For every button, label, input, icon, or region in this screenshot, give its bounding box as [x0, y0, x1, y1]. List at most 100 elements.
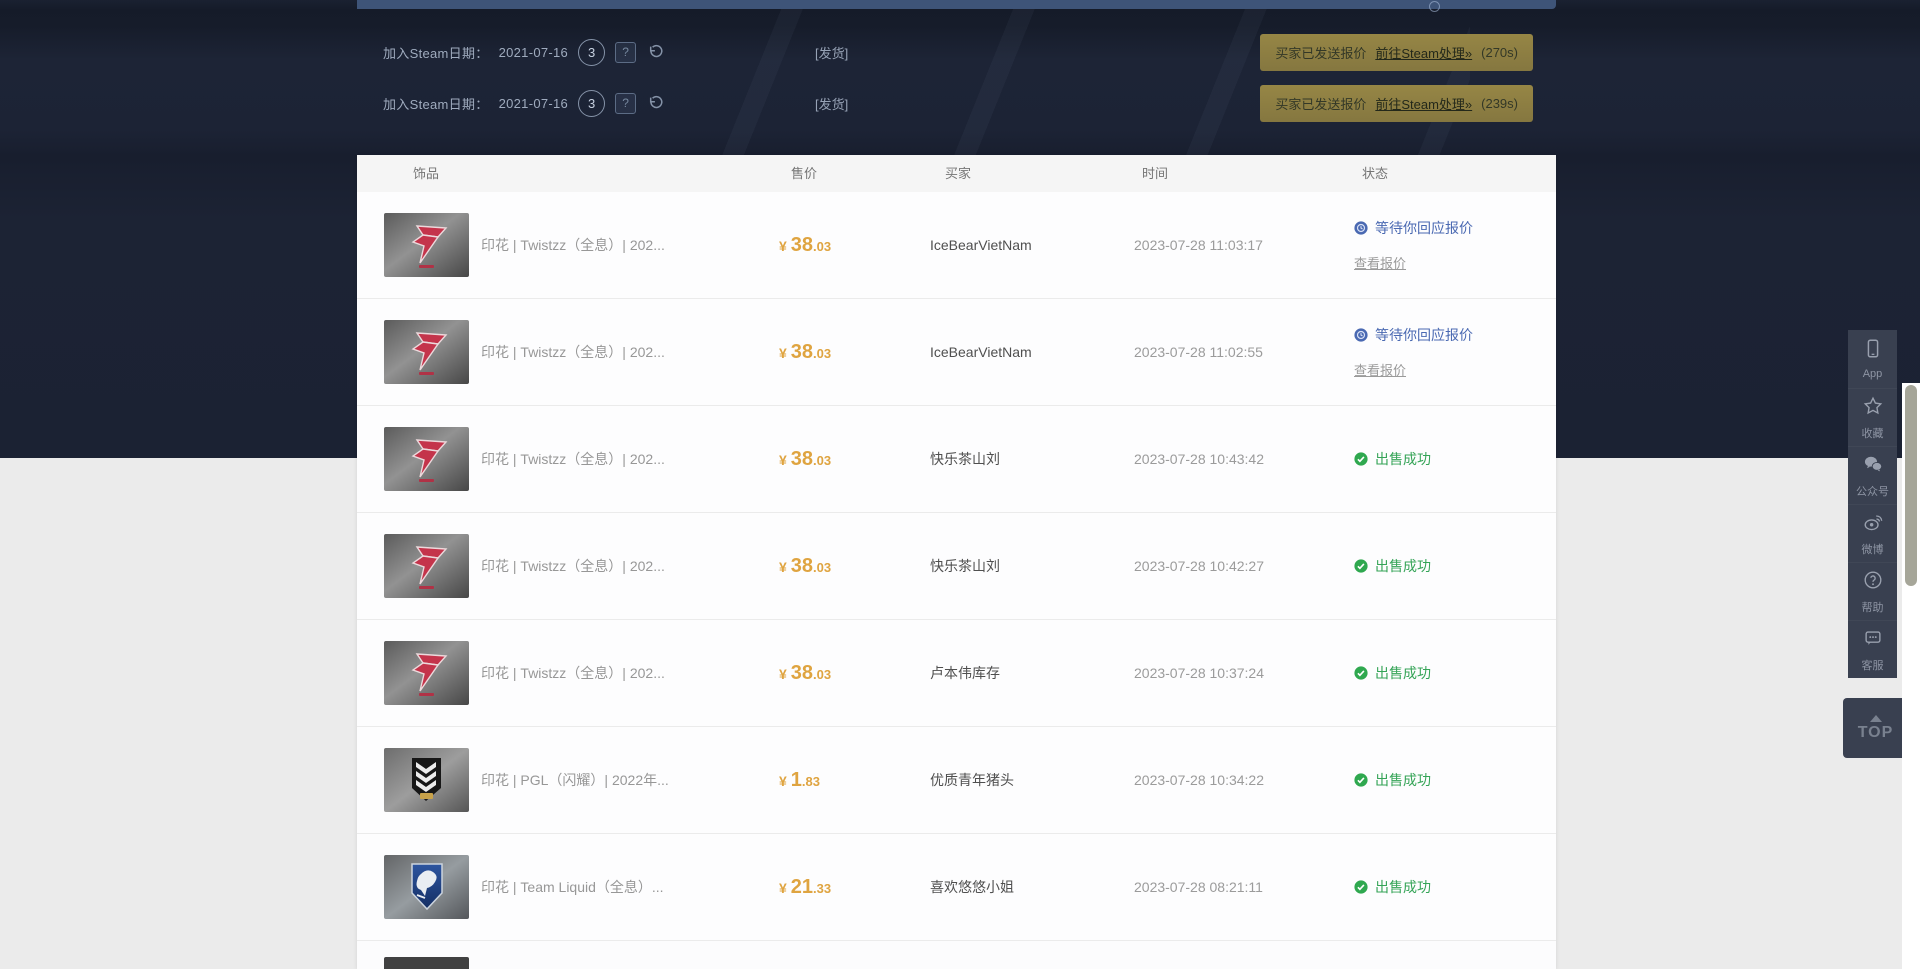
- back-to-top-button[interactable]: TOP: [1843, 698, 1908, 758]
- table-body: 印花 | Twistzz（全息）| 202... ¥38.03 IceBearV…: [357, 192, 1556, 941]
- status-cell: 等待你回应报价 查看报价: [1354, 325, 1556, 379]
- currency-symbol: ¥: [779, 666, 787, 682]
- sale-time: 2023-07-28 08:21:11: [1134, 879, 1342, 895]
- pending-offer-icon: [1354, 221, 1368, 235]
- item-name[interactable]: 印花 | Twistzz（全息）| 202...: [481, 342, 767, 362]
- team-liquid-holo-sticker[interactable]: [384, 855, 469, 919]
- sale-time: 2023-07-28 10:34:22: [1134, 772, 1342, 788]
- refresh-icon[interactable]: [646, 94, 665, 113]
- status-cell: 出售成功: [1354, 556, 1556, 576]
- table-header: 饰品 售价 买家 时间 状态: [357, 155, 1556, 192]
- ship-status-label: [发货]: [815, 43, 848, 62]
- goto-steam-button[interactable]: 买家已发送报价 前往Steam处理» (270s): [1260, 34, 1533, 71]
- item-name[interactable]: 印花 | Twistzz（全息）| 202...: [481, 449, 767, 469]
- status-cell: 出售成功: [1354, 877, 1556, 897]
- steam-date-group: 加入Steam日期： 2021-07-16 3 ?: [383, 39, 665, 66]
- item-name[interactable]: 印花 | Twistzz（全息）| 202...: [481, 235, 767, 255]
- column-header-buyer: 买家: [945, 155, 971, 192]
- currency-symbol: ¥: [779, 345, 787, 361]
- steam-date-value: 2021-07-16: [499, 45, 569, 60]
- sidebar-item-favorites[interactable]: 收藏: [1848, 388, 1897, 446]
- item-price: ¥38.03: [779, 448, 918, 471]
- scrollbar-thumb[interactable]: [1905, 385, 1917, 586]
- sales-table: 饰品 售价 买家 时间 状态 印花 | Twistzz（全息）| 202... …: [357, 155, 1556, 969]
- table-row: 印花 | Twistzz（全息）| 202... ¥38.03 IceBearV…: [357, 192, 1556, 299]
- filter-row: 加入Steam日期： 2021-07-16 3 ? [发货] 买家已发送报价 前…: [357, 33, 1556, 71]
- currency-symbol: ¥: [779, 238, 787, 254]
- item-image[interactable]: [384, 957, 469, 969]
- status-label: 出售成功: [1375, 877, 1431, 897]
- sale-time: 2023-07-28 10:37:24: [1134, 665, 1342, 681]
- phone-icon: [1862, 338, 1884, 365]
- page: 加入Steam日期： 2021-07-16 3 ? [发货] 买家已发送报价 前…: [0, 0, 1920, 969]
- view-offer-link[interactable]: 查看报价: [1354, 253, 1556, 272]
- buyer-name: 喜欢悠悠小姐: [930, 877, 1122, 897]
- currency-symbol: ¥: [779, 773, 787, 789]
- arrow-up-icon: [1870, 715, 1882, 722]
- question-circle-icon: [1862, 569, 1884, 596]
- status-cell: 出售成功: [1354, 770, 1556, 790]
- buyer-name: 快乐茶山刘: [930, 449, 1122, 469]
- item-name[interactable]: 印花 | Twistzz（全息）| 202...: [481, 556, 767, 576]
- offer-timer: (239s): [1481, 96, 1518, 111]
- view-offer-link[interactable]: 查看报价: [1354, 360, 1556, 379]
- faze-holo-sticker[interactable]: [384, 427, 469, 491]
- sale-time: 2023-07-28 11:02:55: [1134, 344, 1342, 360]
- goto-steam-link[interactable]: 前往Steam处理»: [1375, 94, 1472, 113]
- pgl-glitter-sticker[interactable]: [384, 748, 469, 812]
- goto-steam-link[interactable]: 前往Steam处理»: [1375, 43, 1472, 62]
- buyer-name: 快乐茶山刘: [930, 556, 1122, 576]
- buyer-name: 卢本伟库存: [930, 663, 1122, 683]
- count-badge[interactable]: 3: [578, 39, 605, 66]
- sidebar-item-wechat[interactable]: 公众号: [1848, 446, 1897, 504]
- sidebar-item-service[interactable]: 客服: [1848, 620, 1897, 678]
- goto-steam-button[interactable]: 买家已发送报价 前往Steam处理» (239s): [1260, 85, 1533, 122]
- help-button[interactable]: ?: [615, 42, 636, 63]
- sidebar-item-help[interactable]: 帮助: [1848, 562, 1897, 620]
- faze-holo-sticker[interactable]: [384, 213, 469, 277]
- table-row: 印花 | Twistzz（全息）| 202... ¥38.03 IceBearV…: [357, 299, 1556, 406]
- table-row: 印花 | PGL（闪耀）| 2022年... ¥1.83 优质青年猪头 2023…: [357, 727, 1556, 834]
- steam-date-group: 加入Steam日期： 2021-07-16 3 ?: [383, 90, 665, 117]
- steam-date-label: 加入Steam日期：: [383, 43, 489, 62]
- help-button[interactable]: ?: [615, 93, 636, 114]
- faze-holo-sticker[interactable]: [384, 534, 469, 598]
- filter-row: 加入Steam日期： 2021-07-16 3 ? [发货] 买家已发送报价 前…: [357, 84, 1556, 122]
- faze-holo-sticker[interactable]: [384, 641, 469, 705]
- refresh-icon[interactable]: [646, 43, 665, 62]
- count-badge[interactable]: 3: [578, 90, 605, 117]
- sale-time: 2023-07-28 11:03:17: [1134, 237, 1342, 253]
- status-cell: 出售成功: [1354, 663, 1556, 683]
- sidebar-item-weibo[interactable]: 微博: [1848, 504, 1897, 562]
- item-name[interactable]: 印花 | Twistzz（全息）| 202...: [481, 663, 767, 683]
- top-nav-bar: [357, 0, 1556, 9]
- column-header-item: 饰品: [413, 155, 439, 192]
- offer-sent-label: 买家已发送报价: [1275, 94, 1366, 113]
- item-price: ¥38.03: [779, 662, 918, 685]
- column-header-price: 售价: [791, 155, 817, 192]
- success-check-icon: [1354, 452, 1368, 466]
- steam-date-value: 2021-07-16: [499, 96, 569, 111]
- status-cell: 出售成功: [1354, 449, 1556, 469]
- topbar-circle-icon: [1429, 1, 1440, 12]
- buyer-name: 优质青年猪头: [930, 770, 1122, 790]
- item-name[interactable]: 印花 | PGL（闪耀）| 2022年...: [481, 770, 767, 790]
- status-label: 出售成功: [1375, 663, 1431, 683]
- sidebar-item-app[interactable]: App: [1848, 330, 1897, 388]
- table-row-partial: [357, 941, 1556, 969]
- status-label: 出售成功: [1375, 449, 1431, 469]
- status-cell: 等待你回应报价 查看报价: [1354, 218, 1556, 272]
- column-header-time: 时间: [1142, 155, 1168, 192]
- item-price: ¥38.03: [779, 234, 918, 257]
- faze-holo-sticker[interactable]: [384, 320, 469, 384]
- success-check-icon: [1354, 773, 1368, 787]
- currency-symbol: ¥: [779, 559, 787, 575]
- item-price: ¥21.33: [779, 876, 918, 899]
- status-label: 等待你回应报价: [1375, 325, 1473, 345]
- item-price: ¥1.83: [779, 769, 918, 792]
- table-row: 印花 | Twistzz（全息）| 202... ¥38.03 卢本伟库存 20…: [357, 620, 1556, 727]
- status-label: 等待你回应报价: [1375, 218, 1473, 238]
- currency-symbol: ¥: [779, 452, 787, 468]
- status-label: 出售成功: [1375, 556, 1431, 576]
- item-name[interactable]: 印花 | Team Liquid（全息）...: [481, 877, 767, 897]
